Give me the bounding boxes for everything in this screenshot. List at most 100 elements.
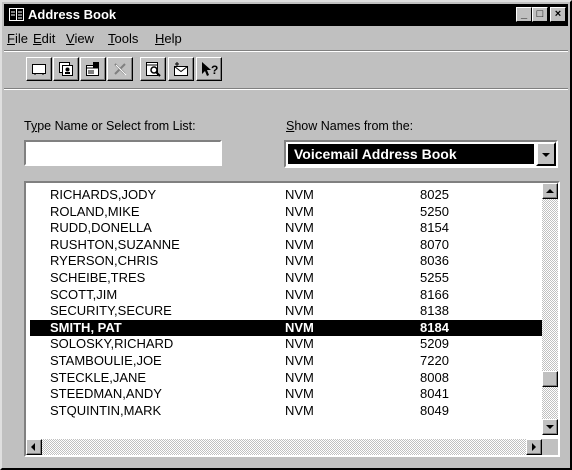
find-button[interactable] [140,57,166,81]
address-book-icon [9,8,24,21]
contact-number: 8025 [420,187,449,202]
maximize-icon: □ [536,8,544,20]
contact-name: SOLOSKY,RICHARD [50,336,174,352]
contact-number: 8049 [420,402,449,418]
svg-text:?: ? [211,63,218,77]
arrow-down-icon [546,425,554,429]
list-item[interactable]: RICHARDS,JODY NVM 8025 [30,187,545,203]
search-label: Type Name or Select from List: [24,119,196,133]
help-pointer-icon: ? [202,62,218,77]
contact-number: 8166 [420,286,449,302]
new-card-button[interactable] [26,57,52,81]
delete-icon [114,63,127,76]
list-item[interactable]: SCOTT,JIM NVM 8166 [30,287,545,303]
list-item[interactable]: STAMBOULIE,JOE NVM 7220 [30,353,545,369]
contact-type: NVM [285,270,314,285]
contact-name: ROLAND,MIKE [50,203,140,219]
properties-icon [86,62,99,76]
address-book-source-dropdown[interactable]: Voicemail Address Book [284,140,558,168]
send-message-button[interactable] [168,57,194,81]
title-bar[interactable]: Address Book _ □ × [4,4,568,26]
contact-name: SECURITY,SECURE [50,303,172,319]
arrow-up-icon [546,189,554,193]
list-item[interactable]: STQUINTIN,MARK NVM 8049 [30,403,545,419]
address-book-window: Address Book _ □ × File Edit View Tools … [0,0,572,470]
maximize-button[interactable]: □ [532,7,548,22]
new-group-icon [59,62,73,76]
list-item[interactable]: SCHEIBE,TRES NVM 5255 [30,270,545,286]
minimize-button[interactable]: _ [516,7,532,22]
minimize-icon: _ [520,8,528,20]
scroll-left-button[interactable] [26,439,42,455]
vertical-scrollbar[interactable] [542,183,558,435]
contact-name: RUDD,DONELLA [50,220,152,236]
contact-type: NVM [285,402,314,418]
contact-number: 8070 [420,236,449,252]
list-item[interactable]: RYERSON,CHRIS NVM 8036 [30,253,545,269]
contact-name: RICHARDS,JODY [50,187,157,202]
scroll-right-button[interactable] [526,439,542,455]
list-item[interactable]: STEEDMAN,ANDY NVM 8041 [30,386,545,402]
menu-view[interactable]: View [66,31,94,47]
contact-name: STECKLE,JANE [50,369,147,385]
contact-name: STAMBOULIE,JOE [50,353,162,368]
contact-type: NVM [285,336,314,352]
contact-number: 5250 [420,203,449,219]
dropdown-button[interactable] [536,142,556,166]
chevron-down-icon [542,153,550,157]
dropdown-selected-value[interactable]: Voicemail Address Book [288,144,534,164]
contact-type: NVM [285,353,314,368]
list-item[interactable]: STECKLE,JANE NVM 8008 [30,370,545,386]
contact-name: RYERSON,CHRIS [50,253,159,269]
contact-number: 8184 [420,319,449,335]
list-item[interactable]: RUSHTON,SUZANNE NVM 8070 [30,237,545,253]
contact-name: SCOTT,JIM [50,286,118,302]
properties-button[interactable] [80,57,106,81]
delete-button[interactable] [107,57,133,81]
contact-type: NVM [285,220,314,236]
contact-name: RUSHTON,SUZANNE [50,236,180,252]
list-item[interactable]: ROLAND,MIKE NVM 5250 [30,204,545,220]
window-title: Address Book [28,7,117,22]
menu-bar: File Edit View Tools Help [4,28,568,48]
send-message-icon [174,62,188,76]
contact-name: SMITH, PAT [50,319,122,335]
contact-type: NVM [285,203,314,219]
arrow-right-icon [532,443,536,451]
contact-number: 8138 [420,303,449,319]
contact-name: STQUINTIN,MARK [50,402,162,418]
menu-file[interactable]: File [7,31,28,47]
new-card-icon [32,64,46,75]
contact-type: NVM [285,286,314,302]
scroll-down-button[interactable] [542,419,558,435]
contact-number: 5255 [420,270,449,285]
menu-help[interactable]: Help [155,31,182,47]
name-list[interactable]: RICHARDS,JODY NVM 8025 ROLAND,MIKE NVM 5250 RU… [24,181,560,457]
contact-type: NVM [285,319,314,335]
menu-divider [4,50,568,52]
show-names-label: Show Names from the: [286,119,414,133]
scroll-up-button[interactable] [542,183,558,199]
contact-number: 5209 [420,336,449,352]
menu-edit[interactable]: Edit [33,31,55,47]
list-item[interactable]: SECURITY,SECURE NVM 8138 [30,303,545,319]
contact-name: SCHEIBE,TRES [50,270,146,285]
list-item[interactable]: SOLOSKY,RICHARD NVM 5209 [30,336,545,352]
vertical-scroll-thumb[interactable] [542,371,558,387]
contact-name: STEEDMAN,ANDY [50,386,162,402]
contact-number: 8154 [420,220,449,236]
contact-type: NVM [285,303,314,319]
contact-type: NVM [285,369,314,385]
new-group-button[interactable] [53,57,79,81]
list-item[interactable]: SMITH, PAT NVM 8184 [30,319,545,336]
contact-number: 8036 [420,253,449,269]
name-search-input[interactable] [24,140,222,166]
horizontal-scrollbar[interactable] [26,439,542,455]
find-icon [146,62,161,77]
contact-type: NVM [285,236,314,252]
menu-tools[interactable]: Tools [108,31,138,47]
list-item[interactable]: RUDD,DONELLA NVM 8154 [30,220,545,236]
scrollbar-corner [542,439,558,455]
whats-this-help-button[interactable]: ? [196,57,222,81]
close-button[interactable]: × [550,7,566,22]
